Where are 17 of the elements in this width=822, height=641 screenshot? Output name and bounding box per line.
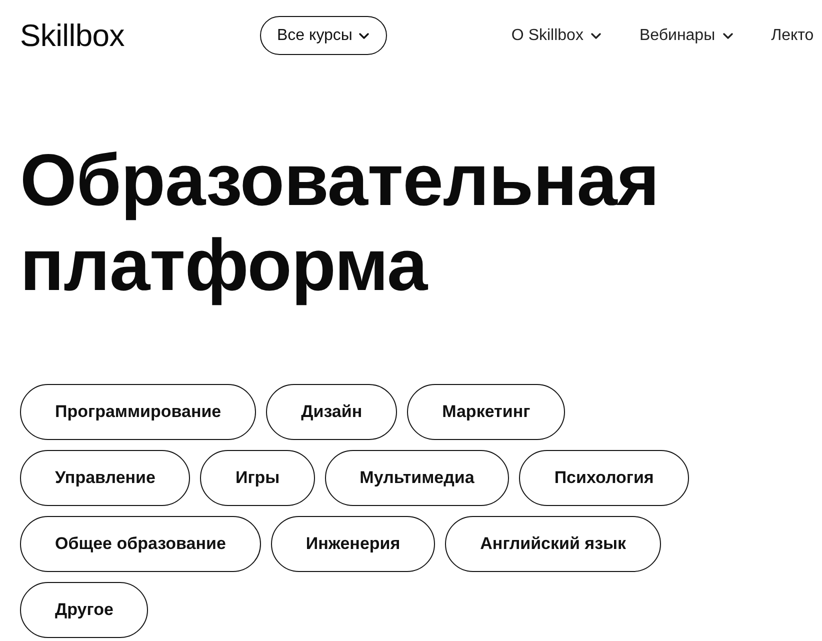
category-button[interactable]: Инженерия bbox=[270, 516, 436, 572]
category-button[interactable]: Психология bbox=[519, 450, 689, 506]
category-button[interactable]: Маркетинг bbox=[407, 384, 566, 440]
page-heading: Образовательная платформа bbox=[20, 140, 659, 306]
category-button[interactable]: Программирование bbox=[20, 384, 256, 440]
category-button[interactable]: Дизайн bbox=[266, 384, 398, 440]
category-button[interactable]: Английский язык bbox=[445, 516, 662, 572]
nav-link[interactable]: О Skillbox bbox=[511, 26, 602, 44]
all-courses-button[interactable]: Все курсы bbox=[260, 16, 388, 55]
nav-link[interactable]: Лекто bbox=[771, 26, 814, 44]
category-button[interactable]: Управление bbox=[20, 450, 190, 506]
category-button[interactable]: Мультимедиа bbox=[324, 450, 510, 506]
category-button[interactable]: Другое bbox=[20, 582, 148, 638]
logo[interactable]: Skillbox bbox=[20, 18, 124, 54]
nav-link[interactable]: Вебинары bbox=[639, 26, 734, 44]
category-button[interactable]: Игры bbox=[200, 450, 315, 506]
category-button[interactable]: Общее образование bbox=[20, 516, 261, 572]
